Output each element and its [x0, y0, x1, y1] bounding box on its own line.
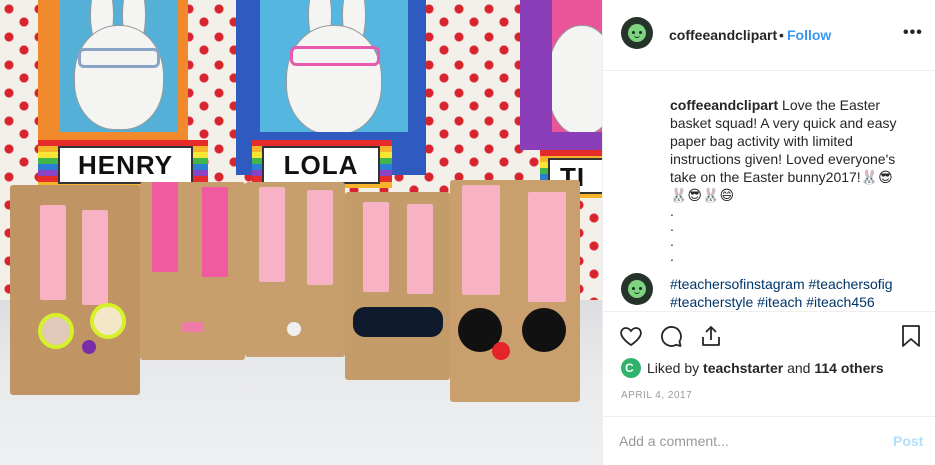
bunny-bag-1 [10, 185, 140, 395]
author-username[interactable]: coffeeandclipart [669, 27, 777, 43]
bunny-bag-2 [140, 182, 245, 360]
bunny-bag-5 [450, 180, 580, 402]
add-comment-section: Post [603, 416, 935, 465]
bunny-bag-3 [245, 182, 345, 357]
post-sidebar: coffeeandclipart • Follow ••• coffeeandc… [602, 0, 935, 465]
post-comment-button[interactable]: Post [893, 433, 923, 449]
share-icon[interactable] [699, 324, 723, 348]
nametag-henry: HENRY [58, 146, 193, 184]
nametag-lola: LOLA [262, 146, 380, 184]
comment-icon[interactable] [659, 324, 683, 348]
commenter-avatar[interactable] [621, 273, 653, 305]
bookmark-icon[interactable] [899, 324, 923, 348]
likes-text[interactable]: Liked by teachstarter and 114 others [647, 360, 884, 376]
likes-summary: C Liked by teachstarter and 114 others [621, 358, 921, 378]
caption-dots: . . . . [670, 203, 674, 264]
hashtags-comment[interactable]: #teachersofinstagram #teachersofig #teac… [670, 275, 915, 311]
liker-avatar[interactable]: C [621, 358, 641, 378]
post-caption: coffeeandclipart Love the Easter basket … [670, 96, 910, 204]
action-bar [603, 311, 935, 359]
post-photo[interactable]: HENRY LOLA TI [0, 0, 602, 465]
bunny-bag-4 [345, 192, 450, 380]
post-date[interactable]: APRIL 4, 2017 [621, 390, 692, 401]
comments-area: coffeeandclipart Love the Easter basket … [603, 71, 935, 311]
heart-icon[interactable] [619, 324, 643, 348]
post-header: coffeeandclipart • Follow ••• [603, 0, 935, 71]
comment-input[interactable] [619, 431, 869, 451]
follow-button[interactable]: Follow [787, 27, 831, 43]
caption-username[interactable]: coffeeandclipart [670, 97, 778, 113]
third-poster [520, 0, 602, 150]
header-separator: • [779, 27, 784, 43]
more-options-icon[interactable]: ••• [903, 24, 923, 42]
author-avatar[interactable] [621, 17, 653, 49]
